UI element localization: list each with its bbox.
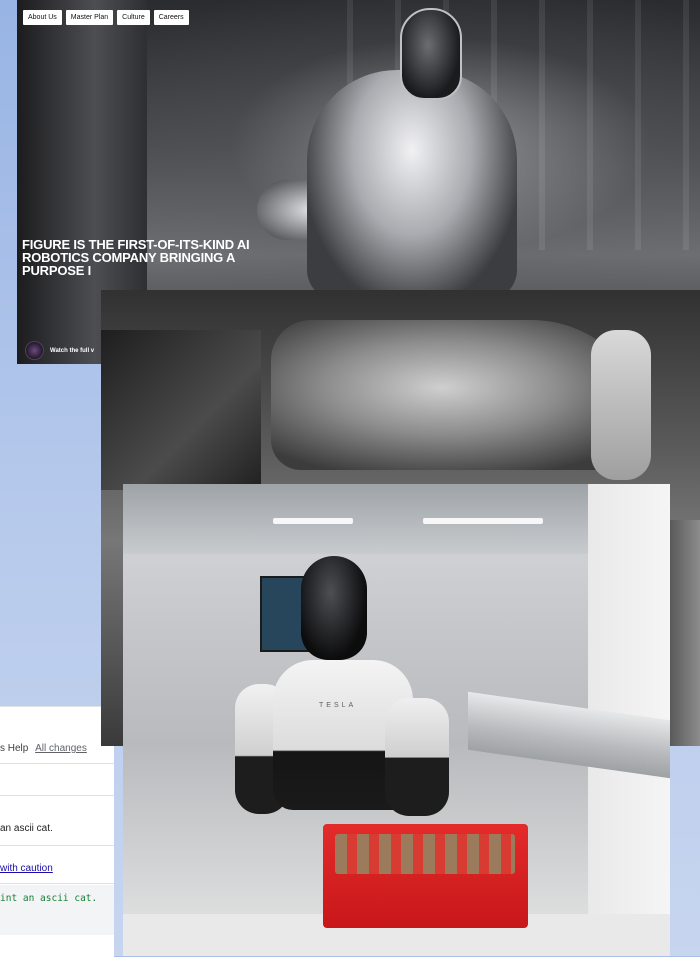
red-parts-tray xyxy=(323,824,528,928)
use-with-caution-link[interactable]: with caution xyxy=(0,863,53,874)
top-navigation: About Us Master Plan Culture Careers xyxy=(23,10,189,25)
watch-video-link[interactable]: Watch the full v xyxy=(25,341,94,360)
hero-headline: FIGURE IS THE FIRST-OF-ITS-KIND AI ROBOT… xyxy=(22,237,250,278)
tray-parts xyxy=(335,834,515,874)
figure-robot-body xyxy=(307,70,517,300)
nav-culture[interactable]: Culture xyxy=(117,10,150,25)
ceiling-light xyxy=(423,518,543,524)
tesla-optimus-image-window[interactable]: TESLA xyxy=(123,484,670,956)
optimus-head xyxy=(301,556,367,660)
code-editor-window[interactable]: s Help All changes an ascii cat. with ca… xyxy=(0,706,114,957)
code-divider xyxy=(0,883,114,884)
nav-about-us[interactable]: About Us xyxy=(23,10,62,25)
menu-help[interactable]: s Help xyxy=(0,743,28,754)
code-line[interactable]: int an ascii cat. xyxy=(0,893,97,904)
watch-video-label[interactable]: Watch the full v xyxy=(50,348,94,354)
menu-divider xyxy=(0,763,114,764)
nav-careers[interactable]: Careers xyxy=(153,10,189,25)
factory-edge xyxy=(670,520,700,746)
assembly-frame xyxy=(101,330,261,490)
robot-right-arm xyxy=(385,698,449,816)
tesla-logo: TESLA xyxy=(319,702,357,709)
figure-robot-head xyxy=(400,8,462,100)
all-changes-link[interactable]: All changes xyxy=(35,743,87,754)
video-thumbnail-icon[interactable] xyxy=(25,341,44,360)
prompt-divider xyxy=(0,845,114,846)
editor-menu-bar: s Help All changes xyxy=(0,743,87,754)
nav-master-plan[interactable]: Master Plan xyxy=(65,10,114,25)
section-divider xyxy=(0,795,114,796)
factory-worker xyxy=(591,330,651,480)
ceiling-light xyxy=(273,518,353,524)
prompt-text: an ascii cat. xyxy=(0,823,53,834)
